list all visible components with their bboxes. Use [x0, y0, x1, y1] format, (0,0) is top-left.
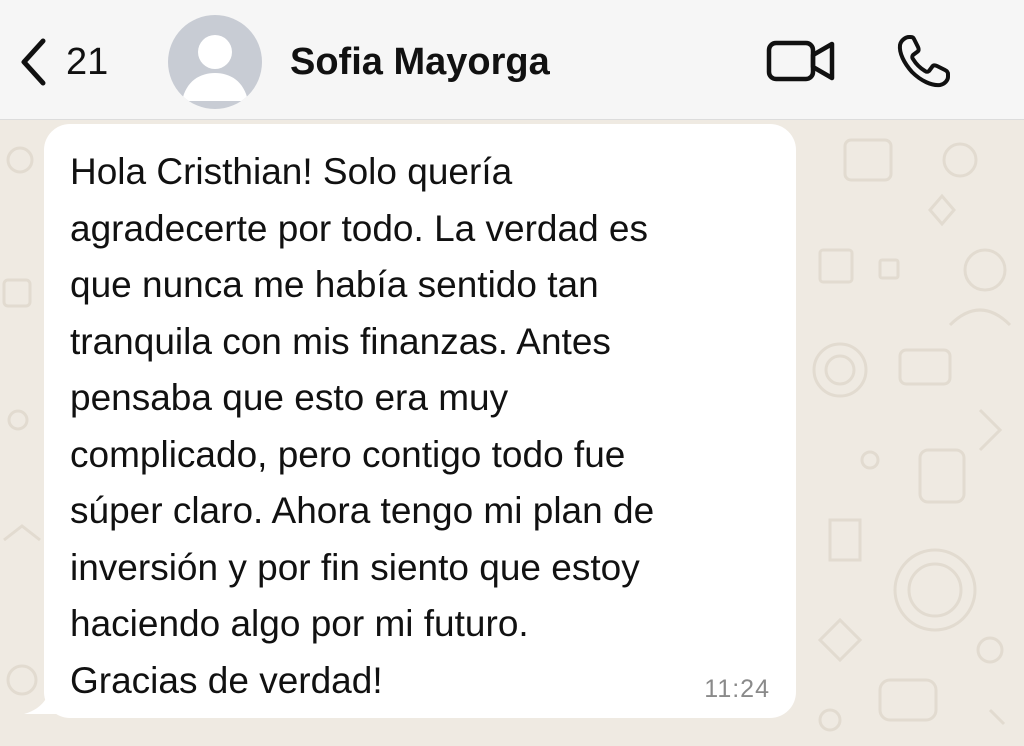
- message-line: Gracias de verdad!: [70, 659, 383, 701]
- unread-count: 21: [66, 40, 109, 83]
- message-line: complicado, pero contigo todo fue: [70, 433, 626, 475]
- video-call-button[interactable]: [766, 36, 838, 91]
- incoming-message-bubble[interactable]: Hola Cristhian! Solo quería agradecerte …: [44, 124, 796, 718]
- chat-screen: 21 Sofia Mayorga Hola Cristhian! Solo qu…: [0, 0, 1024, 746]
- chat-area[interactable]: Hola Cristhian! Solo quería agradecerte …: [0, 120, 1024, 746]
- phone-icon: [897, 35, 950, 88]
- default-person-avatar-icon: [182, 35, 248, 101]
- message-line: pensaba que esto era muy: [70, 377, 509, 418]
- message-line: Hola Cristhian! Solo quería: [70, 151, 513, 192]
- message-text: Hola Cristhian! Solo quería agradecerte …: [70, 144, 772, 709]
- message-line: haciendo algo por mi futuro.: [70, 603, 529, 644]
- voice-call-button[interactable]: [895, 32, 953, 95]
- message-line: inversión y por fin siento que estoy: [70, 546, 640, 588]
- message-line: agradecerte por todo. La verdad es: [70, 207, 648, 249]
- message-line: tranquila con mis finanzas. Antes: [70, 320, 611, 362]
- chevron-left-icon: [18, 36, 48, 88]
- chat-header: 21 Sofia Mayorga: [0, 0, 1024, 120]
- message-timestamp: 11:24: [704, 675, 770, 703]
- avatar[interactable]: [168, 15, 262, 109]
- video-camera-icon: [766, 40, 835, 82]
- message-line: que nunca me había sentido tan: [70, 264, 599, 305]
- message-line: súper claro. Ahora tengo mi plan de: [70, 490, 655, 531]
- back-button[interactable]: 21: [18, 34, 108, 90]
- contact-name[interactable]: Sofia Mayorga: [290, 38, 550, 86]
